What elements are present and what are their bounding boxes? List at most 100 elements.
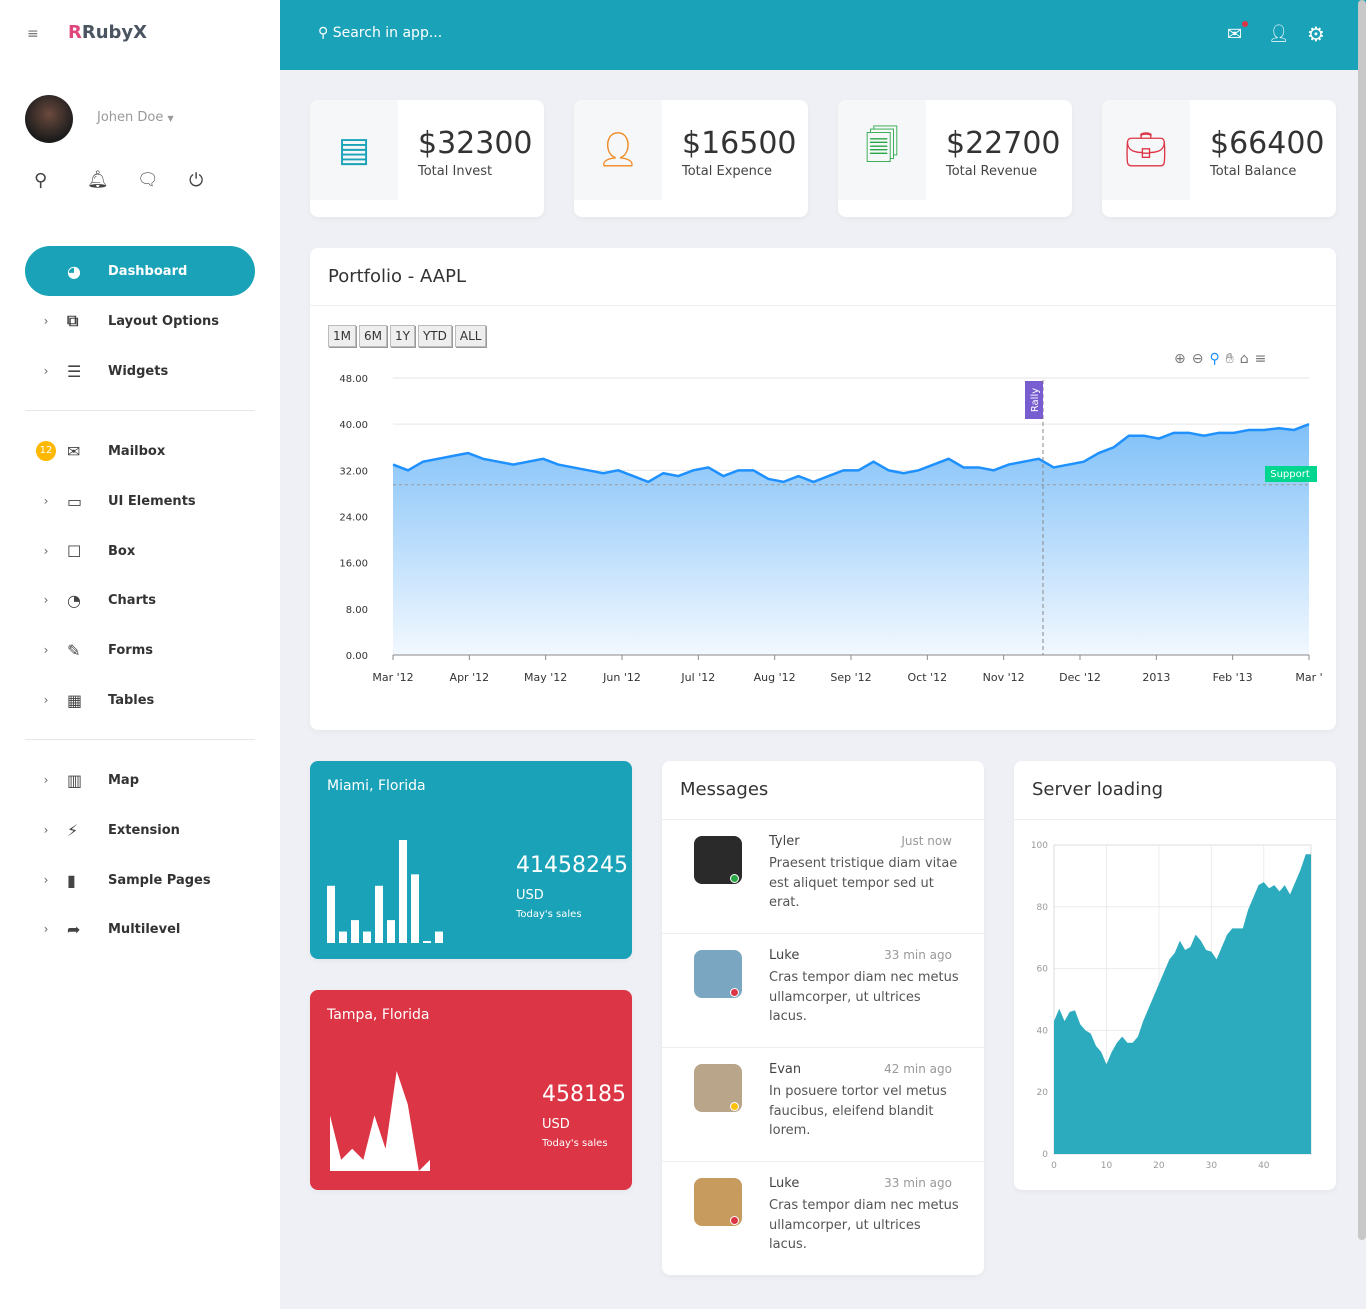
y-tick-label: 60 bbox=[1037, 965, 1049, 975]
server-title: Server loading bbox=[1032, 779, 1164, 800]
x-tick-label: Jun '12 bbox=[602, 671, 641, 684]
message-item[interactable]: Tyler Just now Praesent tristique diam vit… bbox=[662, 819, 984, 933]
message-sender: Luke bbox=[769, 948, 800, 963]
bar bbox=[423, 941, 431, 943]
message-text: Cras tempor diam nec metus ullamcorper, … bbox=[769, 970, 959, 1024]
message-text: In posuere tortor vel metus faucibus, el… bbox=[769, 1084, 947, 1138]
series-area bbox=[393, 424, 1309, 655]
server-load-area bbox=[1054, 854, 1311, 1154]
chevron-right-icon: › bbox=[43, 873, 49, 887]
message-time: 42 min ago bbox=[884, 1062, 952, 1076]
x-tick-label: Nov '12 bbox=[983, 671, 1025, 684]
x-tick-label: 2013 bbox=[1142, 671, 1170, 684]
tampa-caption: Today's sales bbox=[542, 1138, 608, 1149]
x-tick-label: 20 bbox=[1153, 1161, 1165, 1171]
y-tick-label: 8.00 bbox=[346, 605, 368, 616]
support-label: Support bbox=[1270, 469, 1310, 480]
message-time: 33 min ago bbox=[884, 1176, 952, 1190]
y-tick-label: 100 bbox=[1031, 841, 1048, 851]
bar bbox=[375, 885, 383, 943]
x-tick-label: Aug '12 bbox=[754, 671, 796, 684]
bar bbox=[411, 874, 419, 943]
message-time: Just now bbox=[901, 834, 952, 848]
x-tick-label: 40 bbox=[1258, 1161, 1270, 1171]
tampa-title: Tampa, Florida bbox=[327, 1007, 430, 1023]
tampa-area-chart bbox=[330, 1071, 430, 1171]
portfolio-chart: 0.00 8.00 16.00 24.00 32.00 40.00 48.00 Mar '12… bbox=[339, 374, 1322, 684]
x-tick-label: Sep '12 bbox=[830, 671, 871, 684]
bar bbox=[327, 885, 335, 943]
message-item[interactable]: Luke 33 min ago Cras tempor diam nec metus… bbox=[662, 933, 984, 1047]
plug-icon: ⚡︎ bbox=[67, 820, 79, 840]
server-loading-chart: 0 20 40 60 80 100 0 10 20 30 40 bbox=[1031, 841, 1312, 1171]
y-tick-label: 32.00 bbox=[339, 466, 368, 477]
chevron-right-icon: › bbox=[43, 823, 49, 837]
x-tick-label: Oct '12 bbox=[908, 671, 948, 684]
bar bbox=[363, 931, 371, 943]
sidebar-item-label: Map bbox=[108, 772, 140, 788]
miami-title: Miami, Florida bbox=[327, 778, 426, 794]
message-text: Cras tempor diam nec metus ullamcorper, … bbox=[769, 1198, 959, 1252]
status-dot bbox=[730, 1216, 739, 1225]
sidebar-item-label: Sample Pages bbox=[108, 872, 211, 888]
map-icon: ▥ bbox=[67, 770, 83, 790]
sidebar-item-extension[interactable]: › ⚡︎ Extension bbox=[25, 805, 255, 855]
message-time: 33 min ago bbox=[884, 948, 952, 962]
bar bbox=[435, 931, 443, 943]
x-tick-label: 30 bbox=[1206, 1161, 1218, 1171]
x-tick-label: Mar '12 bbox=[372, 671, 413, 684]
x-tick-label: Jul '12 bbox=[680, 671, 715, 684]
message-item[interactable]: Evan 42 min ago In posuere tortor vel metu… bbox=[662, 1047, 984, 1161]
miami-bar-chart bbox=[327, 840, 443, 943]
message-item[interactable]: Luke 33 min ago Cras tempor diam nec metus… bbox=[662, 1161, 984, 1275]
x-tick-label: May '12 bbox=[524, 671, 567, 684]
bar bbox=[351, 920, 359, 943]
status-dot bbox=[730, 988, 739, 997]
file-icon: ▮ bbox=[67, 870, 76, 890]
x-tick-label: Mar ' bbox=[1295, 671, 1322, 684]
sidebar-item-label: Multilevel bbox=[108, 921, 181, 937]
x-tick-label: 0 bbox=[1051, 1161, 1057, 1171]
miami-card: Miami, Florida 41458245 USD Today's sale… bbox=[310, 761, 632, 959]
x-tick-label: Apr '12 bbox=[450, 671, 490, 684]
sidebar-item-sample-pages[interactable]: › ▮ Sample Pages bbox=[25, 855, 255, 905]
tampa-card: Tampa, Florida 458185 USD Today's sales bbox=[310, 990, 632, 1190]
y-tick-label: 16.00 bbox=[339, 559, 368, 570]
status-dot bbox=[730, 874, 739, 883]
message-text: Praesent tristique diam vitae est alique… bbox=[769, 856, 958, 910]
messages-card: Messages Tyler Just now Praesent tristique… bbox=[662, 761, 984, 1275]
miami-value: 41458245 bbox=[516, 853, 628, 878]
x-tick-label: Dec '12 bbox=[1059, 671, 1101, 684]
y-tick-label: 40.00 bbox=[339, 420, 368, 431]
sidebar-item-multilevel[interactable]: › ➦ Multilevel bbox=[25, 904, 255, 954]
sparkline-area bbox=[330, 1071, 430, 1171]
bar bbox=[399, 840, 407, 943]
x-tick-label: 10 bbox=[1101, 1161, 1113, 1171]
message-sender: Luke bbox=[769, 1176, 800, 1191]
x-tick-label: Feb '13 bbox=[1213, 671, 1253, 684]
messages-title: Messages bbox=[680, 779, 769, 800]
y-tick-label: 0.00 bbox=[346, 651, 368, 662]
bar bbox=[339, 931, 347, 943]
share-icon: ➦ bbox=[67, 919, 81, 939]
y-tick-label: 80 bbox=[1037, 903, 1049, 913]
tampa-currency: USD bbox=[542, 1117, 570, 1132]
miami-caption: Today's sales bbox=[516, 909, 582, 920]
rally-label: Rally bbox=[1030, 388, 1041, 412]
y-tick-label: 0 bbox=[1042, 1150, 1048, 1160]
sidebar-item-map[interactable]: › ▥ Map bbox=[25, 755, 255, 805]
y-tick-label: 48.00 bbox=[339, 374, 368, 385]
bar bbox=[387, 920, 395, 943]
message-sender: Tyler bbox=[769, 834, 800, 849]
divider bbox=[25, 739, 255, 740]
y-tick-label: 20 bbox=[1037, 1088, 1049, 1098]
tampa-value: 458185 bbox=[542, 1082, 626, 1107]
miami-currency: USD bbox=[516, 888, 544, 903]
message-sender: Evan bbox=[769, 1062, 802, 1077]
chevron-right-icon: › bbox=[43, 773, 49, 787]
sidebar-item-label: Extension bbox=[108, 822, 180, 838]
y-tick-label: 24.00 bbox=[339, 513, 368, 524]
y-tick-label: 40 bbox=[1037, 1026, 1049, 1036]
status-dot bbox=[730, 1102, 739, 1111]
chevron-right-icon: › bbox=[43, 922, 49, 936]
